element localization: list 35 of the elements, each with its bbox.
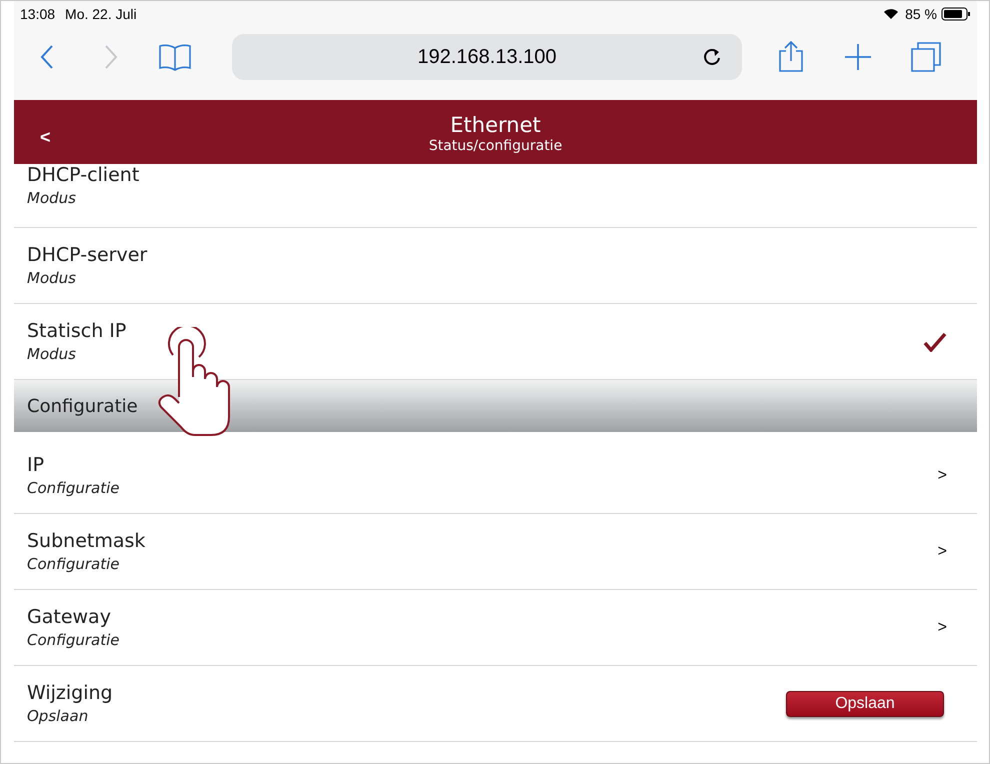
- row-title: Subnetmask: [27, 528, 146, 552]
- row-title: Gateway: [27, 604, 112, 628]
- row-title: IP: [27, 452, 46, 476]
- battery-icon: [941, 7, 971, 21]
- row-title: Statisch IP: [27, 318, 128, 342]
- row-subtitle: Modus: [27, 268, 77, 288]
- tabs-icon[interactable]: [910, 41, 942, 73]
- row-subtitle: Configuratie: [27, 630, 121, 650]
- address-bar[interactable]: 192.168.13.100: [232, 34, 742, 80]
- chevron-indicator[interactable]: >: [938, 540, 947, 564]
- row-subtitle: Modus: [27, 188, 77, 208]
- page-subtitle: Status/configuratie: [428, 137, 562, 155]
- plus-icon[interactable]: [844, 43, 872, 71]
- mode-option[interactable]: DHCP-client Modus: [14, 164, 977, 228]
- page-title: Ethernet: [450, 113, 541, 137]
- battery-percentage: 85 %: [905, 4, 937, 24]
- status-time: 13:08: [20, 4, 56, 24]
- back-button[interactable]: <: [40, 124, 51, 151]
- back-chevron-icon[interactable]: [40, 44, 54, 70]
- status-date: Mo. 22. Juli: [65, 4, 137, 24]
- wifi-icon: [883, 8, 900, 20]
- row-subtitle: Configuratie: [27, 478, 121, 498]
- row-subtitle: Modus: [27, 344, 77, 364]
- row-title: DHCP-client: [27, 162, 140, 186]
- share-icon[interactable]: [778, 41, 804, 73]
- row-subtitle: Opslaan: [27, 706, 90, 726]
- book-icon[interactable]: [158, 43, 192, 71]
- chevron-indicator[interactable]: >: [938, 616, 947, 640]
- row-subtitle: Configuratie: [27, 554, 121, 574]
- section-header: Configuratie: [14, 380, 977, 432]
- chevron-indicator[interactable]: >: [938, 464, 947, 488]
- reload-icon[interactable]: [702, 47, 722, 67]
- row-title: DHCP-server: [27, 242, 148, 266]
- save-button[interactable]: Opslaan: [786, 690, 944, 716]
- row-title: Wijziging: [27, 680, 114, 704]
